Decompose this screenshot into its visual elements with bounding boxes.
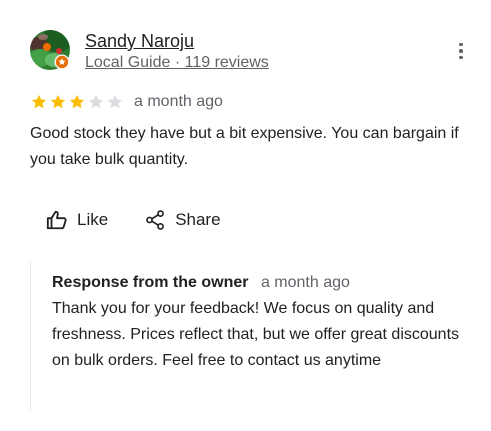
review-text: Good stock they have but a bit expensive… <box>30 125 459 168</box>
star-filled-icon <box>69 94 85 109</box>
share-label: Share <box>175 210 221 229</box>
avatar-local-guide-icon <box>30 30 70 70</box>
review-card: Sandy Naroju Local Guide · 119 reviews a… <box>0 0 491 431</box>
owner-response-label: Response from the owner <box>52 274 249 291</box>
author-info: Sandy Naroju Local Guide · 119 reviews <box>85 30 269 73</box>
author-name-link[interactable]: Sandy Naroju <box>85 30 269 52</box>
more-vert-icon <box>459 42 463 47</box>
star-rating <box>30 93 124 111</box>
star-filled-icon <box>50 94 66 109</box>
share-button[interactable]: Share <box>134 203 230 237</box>
owner-response-time: a month ago <box>260 274 350 291</box>
more-options-button[interactable] <box>450 38 472 64</box>
star-empty-icon <box>107 94 123 109</box>
rating-row: a month ago <box>30 92 223 112</box>
more-vert-icon-dot <box>459 55 463 60</box>
author-meta-link[interactable]: Local Guide · 119 reviews <box>85 53 269 73</box>
share-icon <box>146 210 165 230</box>
avatar[interactable] <box>30 30 70 70</box>
like-button[interactable]: Like <box>36 203 118 237</box>
like-label: Like <box>77 210 109 229</box>
more-vert-icon-dot <box>459 49 463 53</box>
owner-response-header: Response from the owner a month ago <box>52 273 350 293</box>
owner-response: Response from the owner a month ago Than… <box>30 262 471 410</box>
star-empty-icon <box>88 94 104 109</box>
owner-response-text: Thank you for your feedback! We focus on… <box>52 300 460 369</box>
star-filled-icon <box>31 94 47 109</box>
review-actions: Like Share <box>36 203 231 237</box>
thumbs-up-icon <box>46 210 67 230</box>
review-time: a month ago <box>134 93 223 110</box>
